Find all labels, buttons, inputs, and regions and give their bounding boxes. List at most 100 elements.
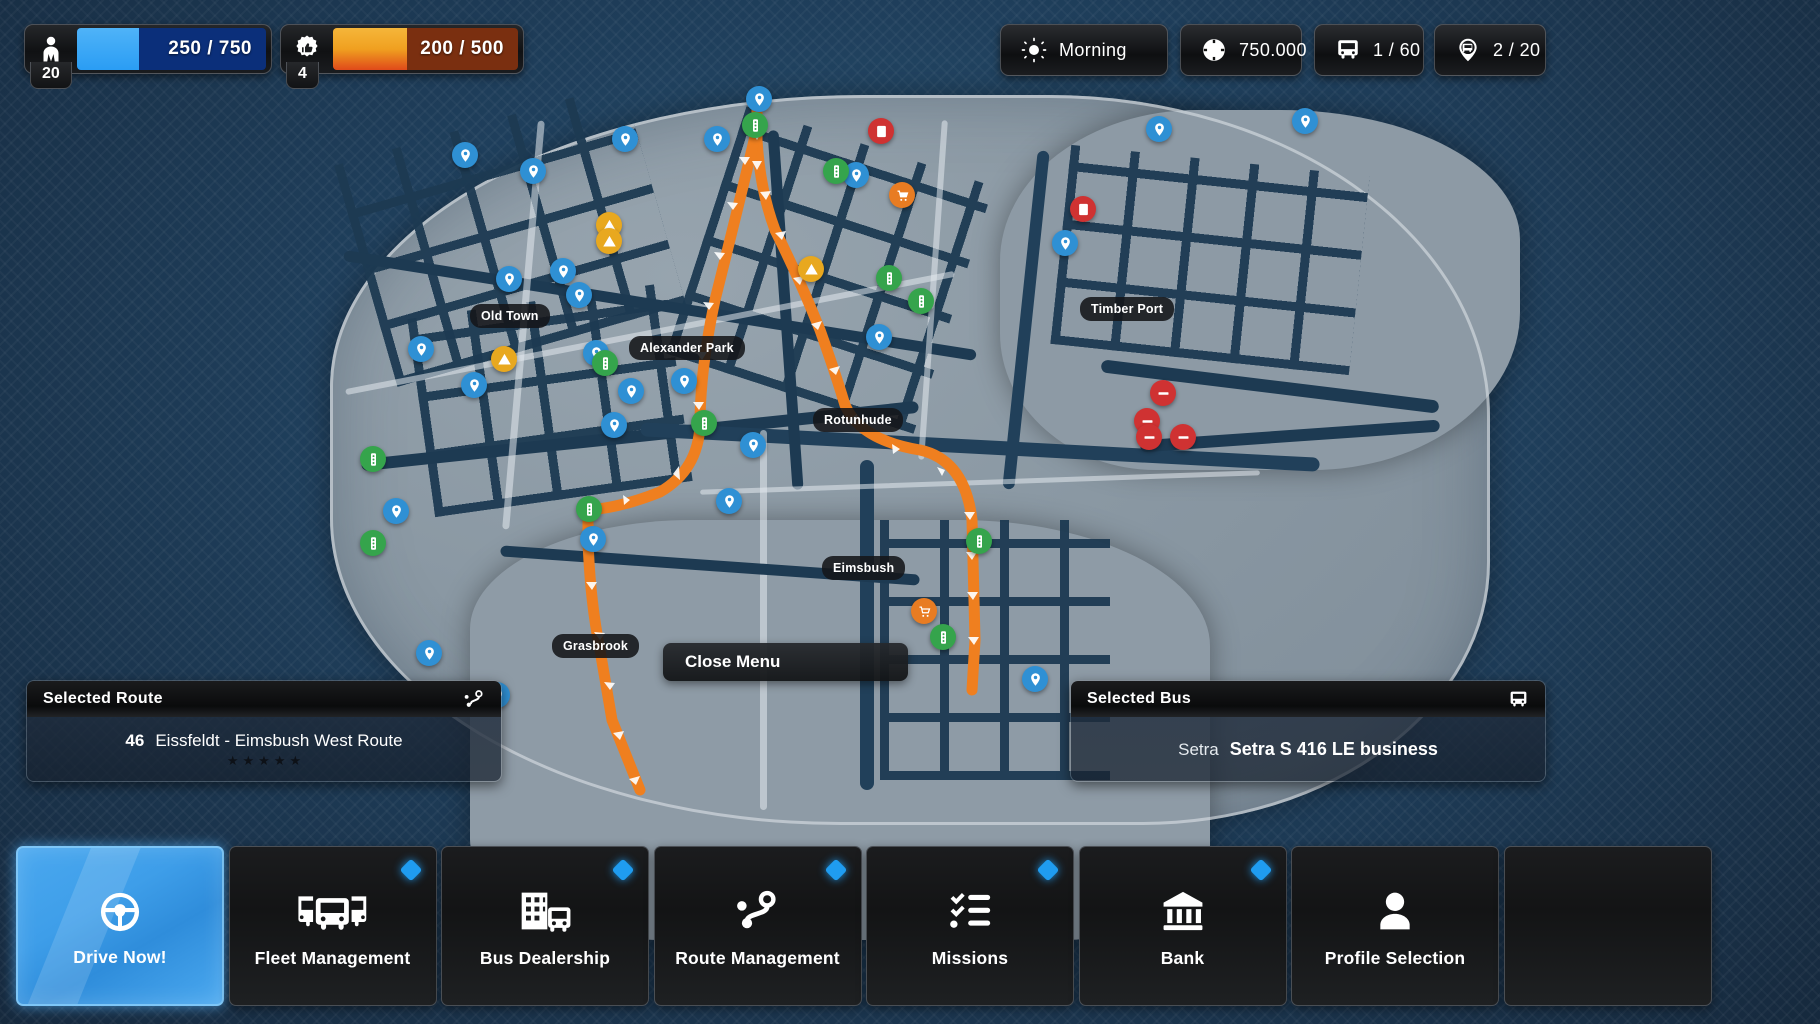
map-pin-restricted[interactable] xyxy=(1070,196,1096,222)
map-pin-poi[interactable] xyxy=(416,640,442,666)
selected-bus-panel[interactable]: Selected Bus Setra Setra S 416 LE busine… xyxy=(1070,680,1546,782)
map-pin-construction[interactable] xyxy=(798,256,824,282)
rating-star: ★ xyxy=(243,754,255,767)
daytime-indicator[interactable]: Morning xyxy=(1000,24,1168,76)
map-pin-poi[interactable] xyxy=(716,488,742,514)
nav-button-bus-dealership[interactable]: Bus Dealership xyxy=(441,846,649,1006)
map-label: Old Town xyxy=(470,304,550,328)
nav-button-label: Bank xyxy=(1080,948,1286,969)
map-pin-busstop[interactable] xyxy=(360,530,386,556)
selected-bus-body: Setra Setra S 416 LE business xyxy=(1071,717,1545,781)
map-pin-poi[interactable] xyxy=(383,498,409,524)
checklist-icon xyxy=(948,885,992,937)
map-pin-busstop[interactable] xyxy=(966,528,992,554)
selected-route-body: 46 Eissfeldt - Eimsbush West Route ★★★★★ xyxy=(27,717,501,781)
map-pin-poi[interactable] xyxy=(704,126,730,152)
daytime-label: Morning xyxy=(1059,40,1127,61)
nav-button-label: Route Management xyxy=(655,948,861,969)
route-icon xyxy=(464,689,485,710)
map-pin-poi[interactable] xyxy=(1292,108,1318,134)
stop-count-value: 2 / 20 xyxy=(1493,40,1540,61)
map-pin-poi[interactable] xyxy=(496,266,522,292)
map-pin-poi[interactable] xyxy=(740,432,766,458)
map-pin-poi[interactable] xyxy=(746,86,772,112)
map-pin-busstop[interactable] xyxy=(908,288,934,314)
notification-badge xyxy=(1037,859,1060,882)
rating-star: ★ xyxy=(227,754,239,767)
route-icon xyxy=(736,885,780,937)
map-pin-poi[interactable] xyxy=(1146,116,1172,142)
route-number: 46 xyxy=(125,731,144,751)
selected-route-panel[interactable]: Selected Route 46 Eissfeldt - Eimsbush W… xyxy=(26,680,502,782)
reputation-level-badge: 4 xyxy=(286,62,319,89)
passenger-progress-track: 250 / 750 xyxy=(77,28,266,70)
map-pin-busstop[interactable] xyxy=(691,410,717,436)
bank-icon xyxy=(1161,885,1205,937)
rating-star: ★ xyxy=(274,754,286,767)
map-pin-busstop[interactable] xyxy=(742,112,768,138)
passenger-level-badge: 20 xyxy=(30,62,72,89)
map-pin-restricted[interactable] xyxy=(868,118,894,144)
money-indicator[interactable]: 750.000 xyxy=(1180,24,1302,76)
bottom-navigation[interactable]: Drive Now! Fleet ManagementBus Dealership… xyxy=(0,834,1820,1024)
bus-brand: Setra xyxy=(1178,740,1219,760)
bus-count-value: 1 / 60 xyxy=(1373,40,1420,61)
nav-button-bank[interactable]: Bank xyxy=(1079,846,1287,1006)
map-pin-construction[interactable] xyxy=(491,346,517,372)
bus-count-indicator[interactable]: 1 / 60 xyxy=(1314,24,1424,76)
map-pin-shop[interactable] xyxy=(911,598,937,624)
rating-star: ★ xyxy=(289,754,301,767)
map-pin-busstop[interactable] xyxy=(930,624,956,650)
stop-count-indicator[interactable]: 2 / 20 xyxy=(1434,24,1546,76)
reputation-progress-track: 200 / 500 xyxy=(333,28,518,70)
nav-button-missions[interactable]: Missions xyxy=(866,846,1074,1006)
map-pin-busstop[interactable] xyxy=(576,496,602,522)
passenger-progress-value: 250 / 750 xyxy=(168,38,252,60)
reputation-progress-fill xyxy=(333,28,407,70)
notification-badge xyxy=(399,859,422,882)
map-pin-poi[interactable] xyxy=(550,258,576,284)
map-label: Alexander Park xyxy=(629,336,745,360)
map-pin-poi[interactable] xyxy=(1022,666,1048,692)
rating-star: ★ xyxy=(258,754,270,767)
map-pin-poi[interactable] xyxy=(671,368,697,394)
map-pin-construction[interactable] xyxy=(596,228,622,254)
reputation-progress-value: 200 / 500 xyxy=(420,38,504,60)
map-pin-poi[interactable] xyxy=(1052,230,1078,256)
map-label: Eimsbush xyxy=(822,556,905,580)
passenger-icon xyxy=(25,34,77,64)
map-pin-noentry[interactable] xyxy=(1170,424,1196,450)
map-pin-poi[interactable] xyxy=(612,126,638,152)
map-pin-poi[interactable] xyxy=(452,142,478,168)
notification-badge xyxy=(612,859,635,882)
map-pin-poi[interactable] xyxy=(461,372,487,398)
notification-badge xyxy=(824,859,847,882)
nav-button-offscreen[interactable] xyxy=(1504,846,1712,1006)
map-pin-poi[interactable] xyxy=(601,412,627,438)
money-value: 750.000 xyxy=(1239,40,1307,61)
map-pin-poi[interactable] xyxy=(580,526,606,552)
nav-button-label: Missions xyxy=(867,948,1073,969)
nav-button-route-management[interactable]: Route Management xyxy=(654,846,862,1006)
nav-button-label: Fleet Management xyxy=(230,948,436,969)
passenger-progress-fill xyxy=(77,28,139,70)
map-pin-noentry[interactable] xyxy=(1150,380,1176,406)
map-pin-busstop[interactable] xyxy=(876,265,902,291)
map-pin-poi[interactable] xyxy=(566,282,592,308)
map-pin-busstop[interactable] xyxy=(592,350,618,376)
bus-stop-pin-icon xyxy=(1455,37,1481,63)
map-pin-noentry[interactable] xyxy=(1136,424,1162,450)
nav-button-profile-selection[interactable]: Profile Selection xyxy=(1291,846,1499,1006)
bus-icon xyxy=(1508,689,1529,710)
map-pin-poi[interactable] xyxy=(618,378,644,404)
map-pin-poi[interactable] xyxy=(866,324,892,350)
map-pin-busstop[interactable] xyxy=(360,446,386,472)
nav-button-fleet-management[interactable]: Fleet Management xyxy=(229,846,437,1006)
nav-button-drive-now[interactable]: Drive Now! xyxy=(16,846,224,1006)
map-pin-busstop[interactable] xyxy=(823,158,849,184)
selected-bus-title: Selected Bus xyxy=(1087,690,1191,708)
map-pin-poi[interactable] xyxy=(520,158,546,184)
map-pin-shop[interactable] xyxy=(889,182,915,208)
map-pin-poi[interactable] xyxy=(408,336,434,362)
close-menu-button[interactable]: Close Menu xyxy=(663,643,908,681)
